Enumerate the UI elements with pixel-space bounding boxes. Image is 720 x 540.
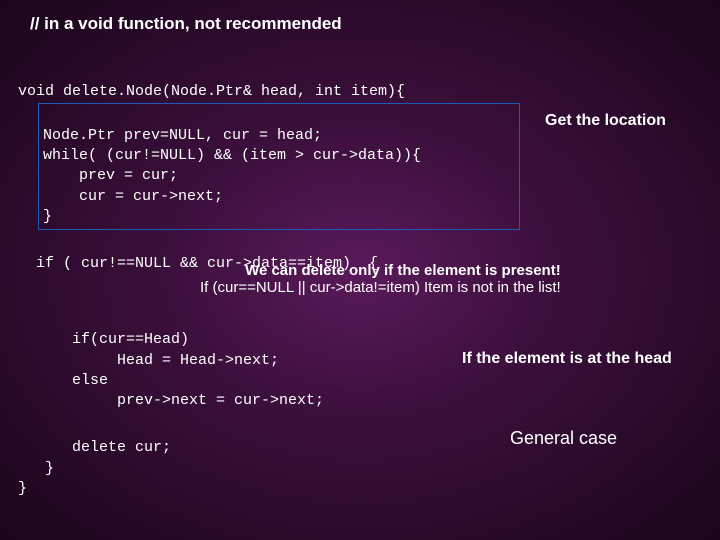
annotation-at-head: If the element is at the head xyxy=(462,350,672,368)
code-line: while( (cur!=NULL) && (item > cur->data)… xyxy=(43,147,421,164)
code-line: } xyxy=(18,460,54,477)
code-line: prev = cur; xyxy=(43,167,178,184)
annotation-general-case: General case xyxy=(510,428,617,449)
annotation-get-location: Get the location xyxy=(545,112,666,130)
code-block-1: void delete.Node(Node.Ptr& head, int ite… xyxy=(18,62,520,250)
slide-title: // in a void function, not recommended xyxy=(0,0,720,34)
code-line: } xyxy=(43,208,52,225)
code-line: Node.Ptr prev=NULL, cur = head; xyxy=(43,127,322,144)
code-line: } xyxy=(18,480,27,497)
code-line: cur = cur->next; xyxy=(43,188,223,205)
code-line: prev->next = cur->next; xyxy=(18,392,324,409)
annotation-line: If (cur==NULL || cur->data!=item) Item i… xyxy=(200,279,561,296)
code-line: void delete.Node(Node.Ptr& head, int ite… xyxy=(18,83,405,100)
code-block-3: if(cur==Head) Head = Head->next; else pr… xyxy=(18,310,324,411)
code-line: delete cur; xyxy=(18,439,171,456)
code-line: if(cur==Head) xyxy=(18,331,189,348)
annotation-delete-condition: We can delete only if the element is pre… xyxy=(200,262,561,296)
code-line: else xyxy=(18,372,108,389)
annotation-line: We can delete only if the element is pre… xyxy=(245,262,561,279)
code-line: Head = Head->next; xyxy=(18,352,279,369)
code-block-4: delete cur; } } xyxy=(18,418,171,499)
highlight-box-1: Node.Ptr prev=NULL, cur = head; while( (… xyxy=(38,103,520,231)
